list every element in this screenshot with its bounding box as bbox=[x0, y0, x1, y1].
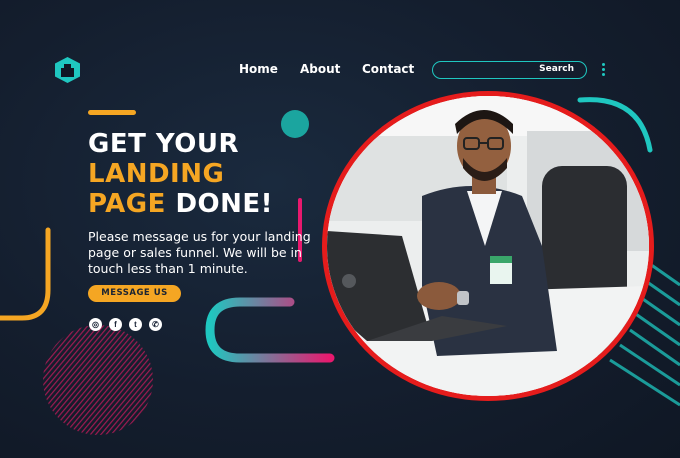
brand-logo-icon[interactable] bbox=[54, 56, 81, 84]
nav-contact-link[interactable]: Contact bbox=[362, 62, 414, 76]
hero-tagline: Please message us for your landing page … bbox=[88, 229, 311, 276]
headline-page-word: PAGE bbox=[88, 189, 166, 219]
headline-done-word: DONE! bbox=[175, 189, 274, 219]
message-us-button[interactable]: MESSAGE US bbox=[88, 285, 181, 302]
search-input[interactable]: Search bbox=[432, 61, 587, 79]
whatsapp-icon[interactable]: ✆ bbox=[149, 318, 162, 331]
headline-line-2: LANDING bbox=[88, 159, 225, 189]
twitter-icon[interactable]: t bbox=[129, 318, 142, 331]
teal-dot-shape bbox=[281, 110, 309, 138]
facebook-icon[interactable]: f bbox=[109, 318, 122, 331]
striped-circle-shape bbox=[43, 325, 153, 435]
instagram-icon[interactable]: ◎ bbox=[89, 318, 102, 331]
more-menu-icon[interactable] bbox=[601, 63, 607, 79]
person-with-laptop-illustration bbox=[327, 96, 649, 396]
gradient-loop-shape bbox=[205, 297, 335, 363]
nav-home-link[interactable]: Home bbox=[239, 62, 278, 76]
headline-line-1: GET YOUR bbox=[88, 129, 240, 159]
profile-photo bbox=[322, 91, 654, 401]
orange-hook-shape bbox=[0, 227, 51, 321]
accent-bar bbox=[88, 110, 136, 115]
nav-about-link[interactable]: About bbox=[300, 62, 340, 76]
headline-line-3: PAGE DONE! bbox=[88, 191, 273, 217]
search-placeholder: Search bbox=[539, 64, 574, 74]
